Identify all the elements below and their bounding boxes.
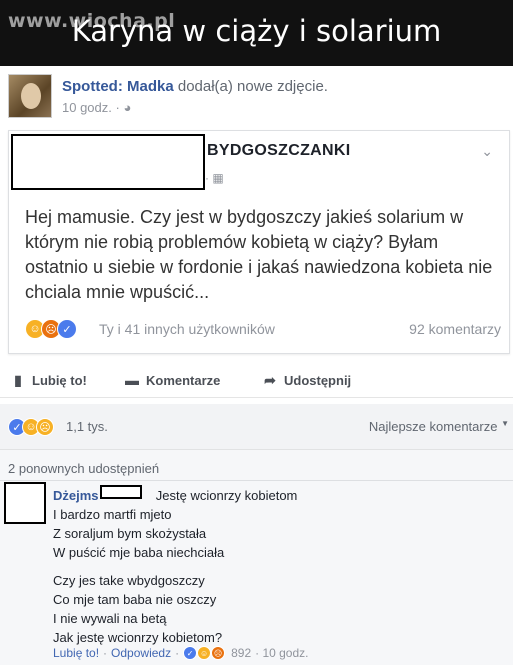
comment-button[interactable]: ▬ Komentarze <box>124 372 220 388</box>
chevron-down-icon[interactable]: ⌄ <box>481 143 493 160</box>
like-reaction-icon: ✓ <box>183 646 198 660</box>
post-action-text: dodał(a) nowe zdjęcie. <box>177 78 328 95</box>
commenter-name[interactable]: Dżejms <box>53 488 99 503</box>
page-avatar[interactable] <box>8 74 52 118</box>
commenter-avatar-redacted[interactable] <box>4 482 46 524</box>
reactions-summary[interactable]: Ty i 41 innych użytkowników <box>99 321 275 337</box>
comments-count[interactable]: 92 komentarzy <box>409 321 501 337</box>
comment-first-line: Dżejms Jestę wcionrzy kobietom <box>53 488 297 503</box>
comment-like-link[interactable]: Lubię to! <box>53 646 99 660</box>
post-actions-bar: ▮ Lubię to! ▬ Komentarze ➦ Udostępnij <box>0 368 513 398</box>
comment-reaction-count[interactable]: 892 <box>231 646 251 660</box>
post-header: Spotted: Madka dodał(a) nowe zdjęcie. 10… <box>0 66 513 122</box>
comments-section: 2 ponownych udostępnień Dżejms Jestę wci… <box>0 450 513 665</box>
meme-banner: www.wiocha.pl Karyna w ciąży i solarium <box>0 0 513 66</box>
group-icon: ▦ <box>212 171 224 185</box>
thumbs-up-icon: ▮ <box>14 371 22 388</box>
share-arrow-icon: ➦ <box>264 371 276 388</box>
angry-reaction-icon: ☹ <box>211 646 226 660</box>
reactions-bar: ✓ ☺ ☹ 1,1 tys. Najlepsze komentarze ▼ <box>0 404 513 450</box>
comment-line: I nie wywali na betą <box>53 611 167 626</box>
like-reaction-icon[interactable]: ✓ <box>57 319 77 339</box>
divider <box>0 480 513 481</box>
group-name[interactable]: BYDGOSZCZANKI <box>207 142 350 160</box>
page-name-link[interactable]: Spotted: Madka <box>62 78 174 95</box>
globe-icon: ◕ <box>123 100 132 115</box>
share-button[interactable]: ➦ Udostępnij <box>262 372 351 388</box>
comment-footer: Lubię to! · Odpowiedz · ✓ ☺ ☹ 892 · 10 g… <box>53 646 309 660</box>
comment-line: I bardzo martfi mjeto <box>53 507 172 522</box>
meme-title: Karyna w ciąży i solarium <box>71 14 442 48</box>
comment-timestamp: · 10 godz. <box>255 646 309 660</box>
post-author-line: Spotted: Madka dodał(a) nowe zdjęcie. <box>62 78 328 95</box>
shared-post-text: Hej mamusie. Czy jest w bydgoszczy jakie… <box>25 207 493 302</box>
shared-post-footer: ☺ ☹ ✓ Ty i 41 innych użytkowników 92 kom… <box>25 319 501 343</box>
comment-line: Czy jes take wbydgoszczy <box>53 573 205 588</box>
reactions-count[interactable]: 1,1 tys. <box>66 419 108 434</box>
comment-line: Jestę wcionrzy kobietom <box>155 488 298 503</box>
comment-sort-dropdown[interactable]: Najlepsze komentarze ▼ <box>369 419 509 434</box>
haha-reaction-icon: ☺ <box>197 646 212 660</box>
redaction-box <box>100 485 142 499</box>
shared-post-card: BYDGOSZCZANKI · ▦ ⌄ Hej mamusie. Czy jes… <box>8 130 510 354</box>
reaction-icons[interactable]: ✓ ☺ ☹ <box>8 418 68 438</box>
comment-reply-link[interactable]: Odpowiedz <box>111 646 171 660</box>
like-button[interactable]: ▮ Lubię to! <box>10 372 87 388</box>
shares-count[interactable]: 2 ponownych udostępnień <box>8 461 159 476</box>
comment-line: Z soraljum bym skożystała <box>53 526 207 541</box>
shared-post-meta: · ▦ <box>205 171 224 185</box>
redaction-box <box>11 134 205 190</box>
comment-line: Jak jestę wcionrzy kobietom? <box>53 630 223 645</box>
comment-line: Co mje tam baba nie oszczy <box>53 592 217 607</box>
post-timestamp[interactable]: 10 godz. · ◕ <box>62 100 131 115</box>
dropdown-caret-icon: ▼ <box>501 419 509 428</box>
comment-icon: ▬ <box>125 372 139 388</box>
sad-reaction-icon: ☹ <box>36 418 54 436</box>
comment-line: W puścić mje baba niechciała <box>53 545 225 560</box>
